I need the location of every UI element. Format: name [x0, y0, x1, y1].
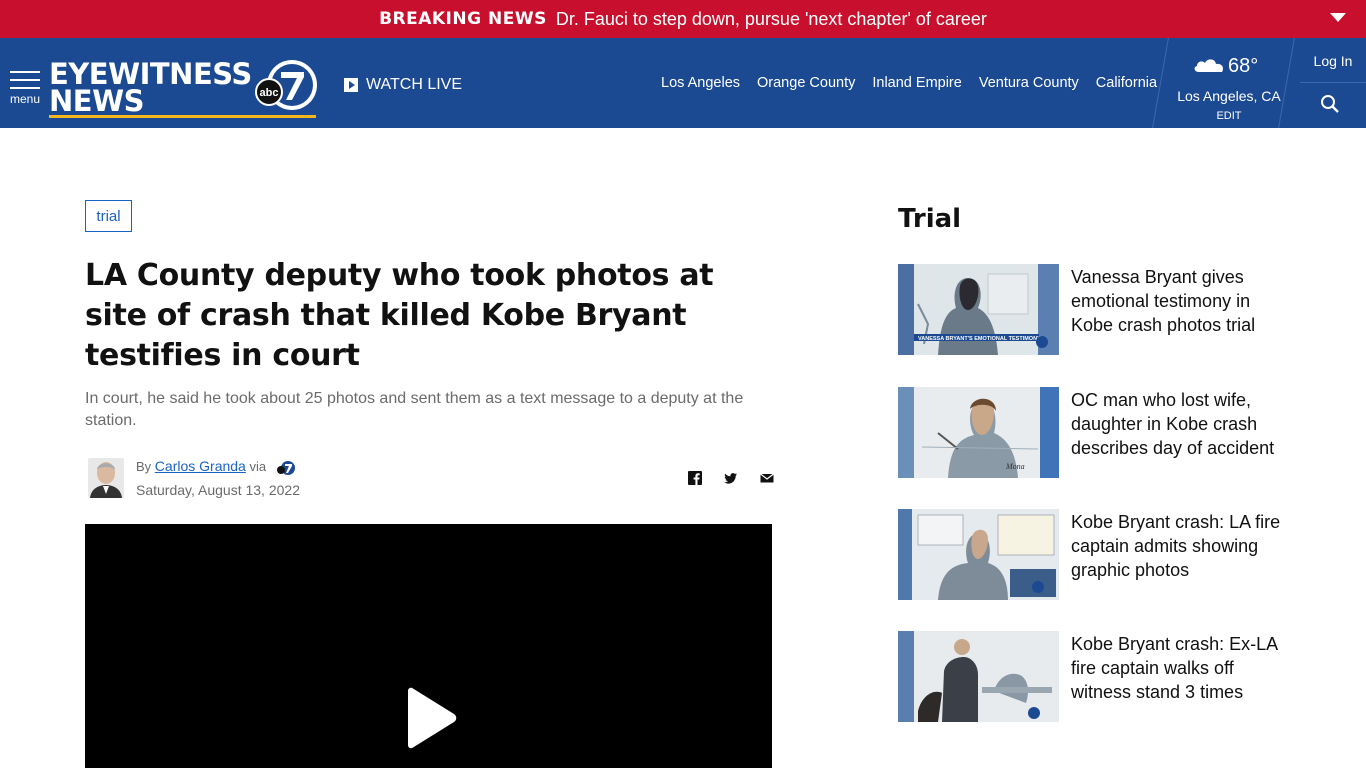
- hamburger-menu-icon: [10, 71, 40, 73]
- story-thumbnail[interactable]: Mona: [898, 387, 1059, 478]
- twitter-icon[interactable]: [724, 471, 738, 485]
- abc-badge-text: abc: [260, 87, 279, 99]
- story-thumbnail[interactable]: [898, 509, 1059, 600]
- byline-via: via: [249, 459, 267, 474]
- facebook-icon[interactable]: [688, 471, 702, 485]
- sidebar-story[interactable]: VANESSA BRYANT'S EMOTIONAL TESTIMONY Van…: [898, 264, 1298, 356]
- nav-item-ventura-county[interactable]: Ventura County: [979, 75, 1079, 91]
- watch-live-button[interactable]: WATCH LIVE: [344, 76, 462, 94]
- story-headline[interactable]: Kobe Bryant crash: Ex-LA fire captain wa…: [1071, 632, 1291, 704]
- video-player[interactable]: [85, 524, 772, 768]
- story-headline[interactable]: Kobe Bryant crash: LA fire captain admit…: [1071, 510, 1291, 582]
- article-description: In court, he said he took about 25 photo…: [85, 390, 744, 429]
- email-icon[interactable]: [760, 471, 774, 485]
- sidebar-story[interactable]: Mona OC man who lost wife, daughter in K…: [898, 387, 1298, 479]
- topic-tag[interactable]: trial: [85, 200, 132, 232]
- weather-edit-link[interactable]: EDIT: [1160, 110, 1298, 122]
- logo-line-2: NEWS: [49, 84, 144, 118]
- article-title: LA County deputy who took photos at site…: [85, 258, 714, 373]
- weather-location: Los Angeles, CA: [1177, 88, 1281, 104]
- breaking-news-label: BREAKING NEWS: [379, 9, 547, 29]
- login-link[interactable]: Log In: [1300, 38, 1366, 83]
- publish-date: Saturday, August 13, 2022: [136, 482, 300, 498]
- menu-button[interactable]: menu: [10, 71, 42, 106]
- author-avatar[interactable]: [88, 458, 124, 498]
- play-icon: [344, 78, 358, 92]
- nav-item-california[interactable]: California: [1096, 75, 1157, 91]
- story-thumbnail[interactable]: [898, 631, 1059, 722]
- site-header: menu EYEWITNESS NEWS abc WATCH LIVE Los …: [0, 38, 1366, 128]
- thumbnail-caption: VANESSA BRYANT'S EMOTIONAL TESTIMONY: [918, 336, 1041, 342]
- story-headline[interactable]: OC man who lost wife, daughter in Kobe c…: [1071, 388, 1291, 460]
- svg-text:Mona: Mona: [1005, 462, 1025, 471]
- weather-widget[interactable]: 68° Los Angeles, CA EDIT: [1160, 38, 1287, 128]
- region-nav: Los Angeles Orange County Inland Empire …: [661, 75, 1174, 91]
- play-icon[interactable]: [402, 687, 457, 749]
- sidebar-title: Trial: [898, 204, 962, 234]
- sidebar-story[interactable]: Kobe Bryant crash: Ex-LA fire captain wa…: [898, 631, 1298, 723]
- nav-item-inland-empire[interactable]: Inland Empire: [872, 75, 961, 91]
- watch-live-label: WATCH LIVE: [366, 76, 463, 93]
- search-icon[interactable]: [1320, 94, 1340, 114]
- author-link[interactable]: Carlos Granda: [155, 458, 246, 474]
- station-logo[interactable]: EYEWITNESS NEWS abc: [49, 58, 317, 120]
- story-headline[interactable]: Vanessa Bryant gives emotional testimony…: [1071, 265, 1291, 337]
- breaking-news-bar[interactable]: BREAKING NEWS Dr. Fauci to step down, pu…: [0, 0, 1366, 38]
- byline: By Carlos Granda via: [136, 458, 296, 476]
- byline-by: By: [136, 459, 152, 474]
- sidebar-story[interactable]: Kobe Bryant crash: LA fire captain admit…: [898, 509, 1298, 601]
- nav-item-los-angeles[interactable]: Los Angeles: [661, 75, 740, 91]
- nav-item-orange-county[interactable]: Orange County: [757, 75, 855, 91]
- menu-label: menu: [10, 92, 41, 106]
- breaking-news-headline[interactable]: Dr. Fauci to step down, pursue 'next cha…: [556, 9, 987, 30]
- story-thumbnail[interactable]: VANESSA BRYANT'S EMOTIONAL TESTIMONY: [898, 264, 1059, 355]
- chevron-down-icon[interactable]: [1330, 13, 1346, 22]
- weather-temp: 68°: [1228, 55, 1259, 77]
- abc7-logo-icon: abc: [255, 60, 317, 110]
- abc7-small-logo-icon: [276, 460, 295, 475]
- logo-underline: [49, 115, 316, 118]
- cloud-icon: [1194, 59, 1224, 72]
